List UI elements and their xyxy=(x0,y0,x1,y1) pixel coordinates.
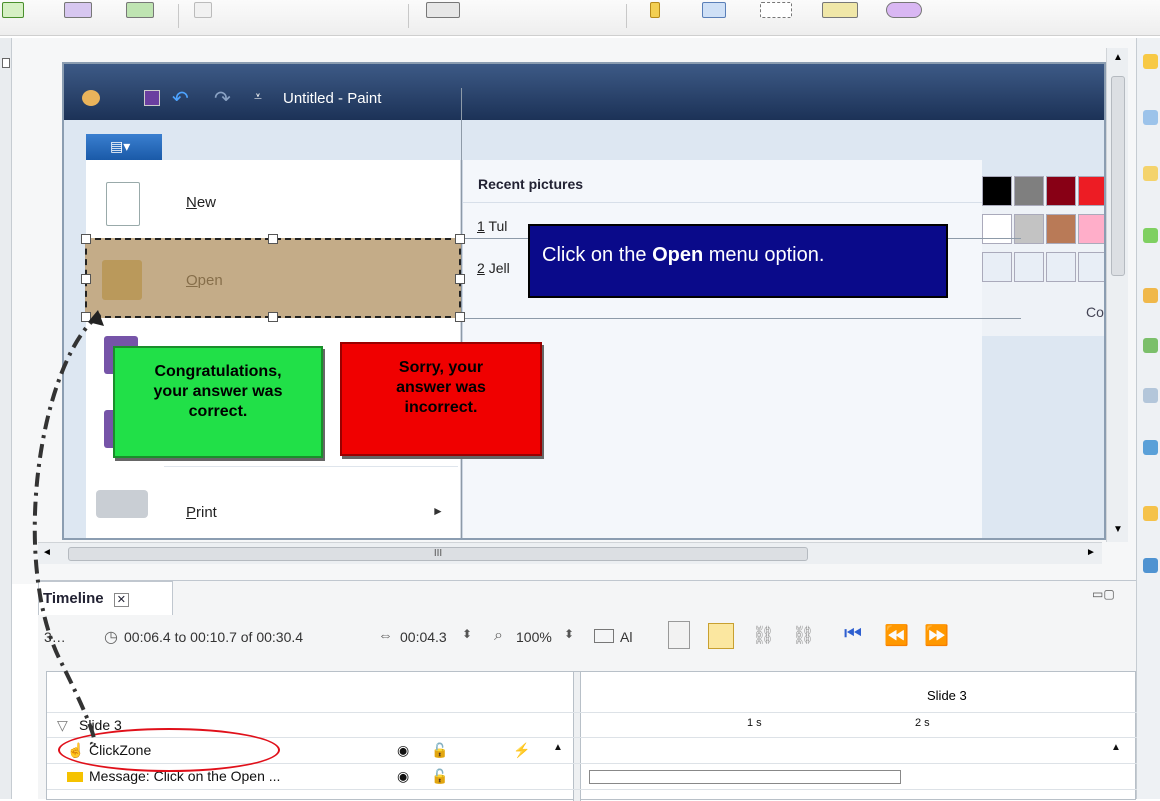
connector-arrow xyxy=(32,310,104,747)
